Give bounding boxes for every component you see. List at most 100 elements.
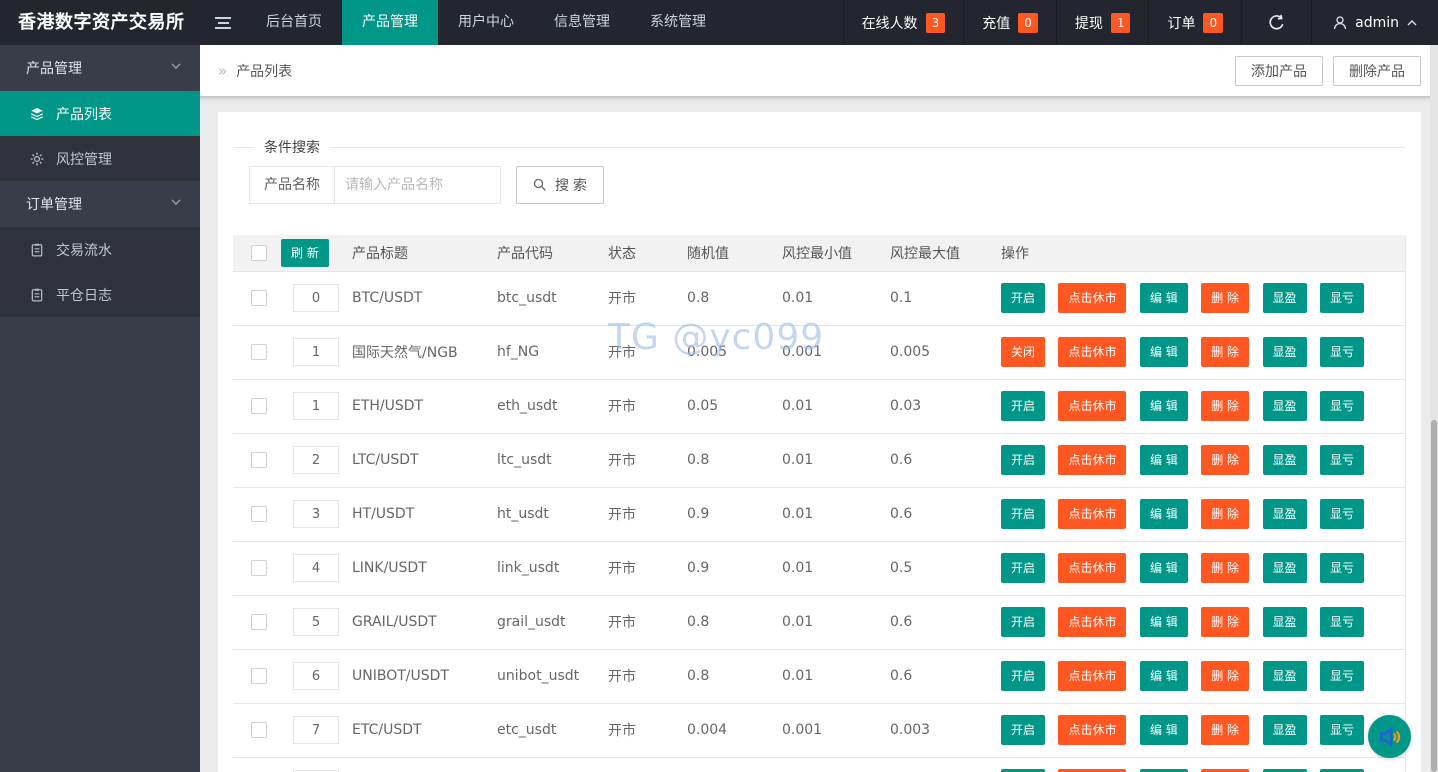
show-profit-button[interactable]: 显盈 [1263,391,1307,421]
search-button[interactable]: 搜 索 [516,166,604,204]
edit-button[interactable]: 编 辑 [1140,553,1188,583]
audio-announcement-icon[interactable] [1368,715,1411,758]
toggle-button[interactable]: 开启 [1001,661,1045,691]
sort-input[interactable] [293,608,339,636]
refresh-icon[interactable] [1241,0,1311,45]
sidebar-group-orders[interactable]: 订单管理 [0,181,200,227]
product-name-input[interactable] [334,166,501,204]
nav-item-info[interactable]: 信息管理 [534,0,630,45]
refresh-sort-button[interactable]: 刷 新 [281,239,329,267]
show-loss-button[interactable]: 显亏 [1320,553,1364,583]
pause-market-button[interactable]: 点击休市 [1058,661,1126,691]
show-loss-button[interactable]: 显亏 [1320,283,1364,313]
edit-button[interactable]: 编 辑 [1140,445,1188,475]
show-profit-button[interactable]: 显盈 [1263,337,1307,367]
sort-input[interactable] [293,716,339,744]
show-loss-button[interactable]: 显亏 [1320,391,1364,421]
edit-button[interactable]: 编 辑 [1140,391,1188,421]
pause-market-button[interactable]: 点击休市 [1058,445,1126,475]
show-profit-button[interactable]: 显盈 [1263,553,1307,583]
delete-button[interactable]: 删 除 [1201,391,1249,421]
edit-button[interactable]: 编 辑 [1140,661,1188,691]
pause-market-button[interactable]: 点击休市 [1058,607,1126,637]
delete-product-button[interactable]: 删除产品 [1333,56,1421,86]
toggle-button[interactable]: 开启 [1001,499,1045,529]
nav-item-products[interactable]: 产品管理 [342,0,438,45]
nav-item-dashboard[interactable]: 后台首页 [246,0,342,45]
show-loss-button[interactable]: 显亏 [1320,715,1364,745]
nav-item-users[interactable]: 用户中心 [438,0,534,45]
edit-button[interactable]: 编 辑 [1140,337,1188,367]
toggle-button[interactable]: 开启 [1001,283,1045,313]
edit-button[interactable]: 编 辑 [1140,499,1188,529]
sidebar-item-product-list[interactable]: 产品列表 [0,91,200,136]
row-checkbox[interactable] [251,344,267,360]
stat-deposits[interactable]: 充值 0 [963,0,1056,45]
row-checkbox[interactable] [251,614,267,630]
vertical-scrollbar[interactable] [1430,45,1438,772]
toggle-button[interactable]: 关闭 [1001,337,1045,367]
show-profit-button[interactable]: 显盈 [1263,715,1307,745]
delete-button[interactable]: 删 除 [1201,661,1249,691]
show-profit-button[interactable]: 显盈 [1263,661,1307,691]
scrollbar-thumb[interactable] [1431,420,1437,772]
show-profit-button[interactable]: 显盈 [1263,445,1307,475]
toggle-button[interactable]: 开启 [1001,445,1045,475]
toggle-button[interactable]: 开启 [1001,607,1045,637]
row-checkbox[interactable] [251,452,267,468]
sort-input[interactable] [293,284,339,312]
add-product-button[interactable]: 添加产品 [1235,56,1323,86]
row-checkbox[interactable] [251,290,267,306]
delete-button[interactable]: 删 除 [1201,607,1249,637]
row-checkbox[interactable] [251,560,267,576]
stat-online-users[interactable]: 在线人数 3 [843,0,964,45]
delete-button[interactable]: 删 除 [1201,715,1249,745]
show-profit-button[interactable]: 显盈 [1263,499,1307,529]
edit-button[interactable]: 编 辑 [1140,715,1188,745]
show-profit-button[interactable]: 显盈 [1263,283,1307,313]
delete-button[interactable]: 删 除 [1201,445,1249,475]
sort-input[interactable] [293,338,339,366]
delete-button[interactable]: 删 除 [1201,337,1249,367]
sort-input[interactable] [293,392,339,420]
pause-market-button[interactable]: 点击休市 [1058,715,1126,745]
delete-button[interactable]: 删 除 [1201,499,1249,529]
pause-market-button[interactable]: 点击休市 [1058,283,1126,313]
pause-market-button[interactable]: 点击休市 [1058,391,1126,421]
show-loss-button[interactable]: 显亏 [1320,607,1364,637]
sidebar-item-close-log[interactable]: 平仓日志 [0,272,200,317]
pause-market-button[interactable]: 点击休市 [1058,499,1126,529]
show-loss-button[interactable]: 显亏 [1320,337,1364,367]
toggle-button[interactable]: 开启 [1001,553,1045,583]
edit-button[interactable]: 编 辑 [1140,283,1188,313]
stat-withdrawals[interactable]: 提现 1 [1056,0,1149,45]
row-checkbox[interactable] [251,398,267,414]
delete-button[interactable]: 删 除 [1201,553,1249,583]
sidebar-item-trade-flow[interactable]: 交易流水 [0,227,200,272]
toggle-button[interactable]: 开启 [1001,715,1045,745]
nav-item-system[interactable]: 系统管理 [630,0,726,45]
pause-market-button[interactable]: 点击休市 [1058,337,1126,367]
row-checkbox[interactable] [251,722,267,738]
sidebar-group-label: 产品管理 [26,58,82,78]
delete-button[interactable]: 删 除 [1201,283,1249,313]
stat-orders[interactable]: 订单 0 [1148,0,1241,45]
pause-market-button[interactable]: 点击休市 [1058,553,1126,583]
sort-input[interactable] [293,446,339,474]
menu-toggle-icon[interactable] [200,0,246,45]
show-profit-button[interactable]: 显盈 [1263,607,1307,637]
user-menu[interactable]: admin [1311,0,1438,45]
sort-input[interactable] [293,500,339,528]
sort-input[interactable] [293,554,339,582]
select-all-checkbox[interactable] [251,245,267,261]
row-checkbox[interactable] [251,506,267,522]
row-checkbox[interactable] [251,668,267,684]
sidebar-group-products[interactable]: 产品管理 [0,45,200,91]
show-loss-button[interactable]: 显亏 [1320,499,1364,529]
show-loss-button[interactable]: 显亏 [1320,661,1364,691]
toggle-button[interactable]: 开启 [1001,391,1045,421]
sidebar-item-risk-control[interactable]: 风控管理 [0,136,200,181]
sort-input[interactable] [293,662,339,690]
show-loss-button[interactable]: 显亏 [1320,445,1364,475]
edit-button[interactable]: 编 辑 [1140,607,1188,637]
